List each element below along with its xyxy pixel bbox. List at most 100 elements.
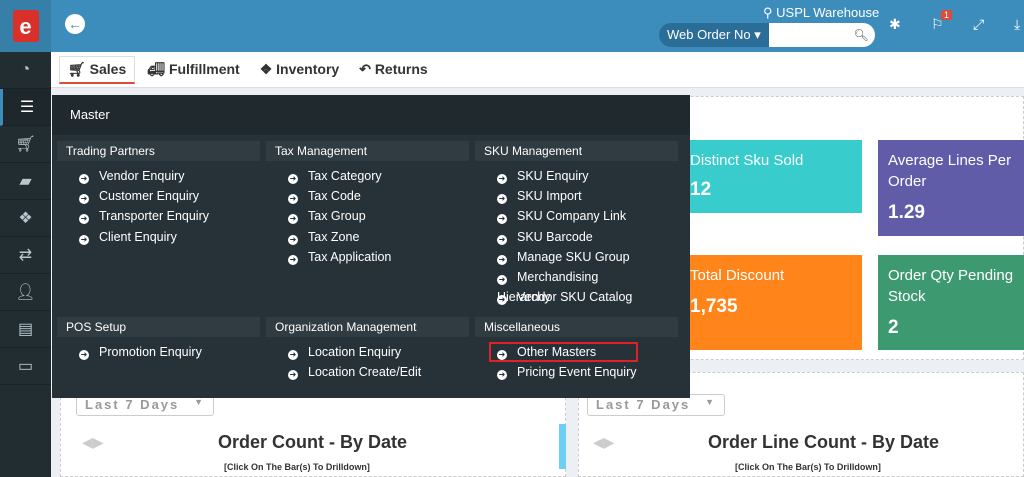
menu-item-label: Tax Group (308, 209, 366, 224)
card-value: 1,735 (690, 296, 738, 317)
menu-item-label: Tax Code (308, 189, 361, 204)
menu-item[interactable]: ➜ SKU Import (475, 186, 678, 206)
menu-item[interactable]: ➜ Merchandising Hierarchy (475, 267, 678, 304)
menu-item[interactable]: ➜ Tax Application (266, 247, 469, 267)
menu-item[interactable]: ➜ Tax Code (266, 186, 469, 206)
sidebar-users[interactable]: 👤︎ (0, 274, 51, 311)
menu-item[interactable]: ➜ Tax Zone (266, 227, 469, 247)
chart-title: Order Count - By Date (218, 432, 408, 452)
menu-item-label: Manage SKU Group (517, 249, 630, 264)
menu-item[interactable]: ➜ Promotion Enquiry (57, 342, 260, 362)
chart-nav-arrows[interactable]: ◀▶ (82, 434, 104, 451)
tab-inventory[interactable]: ❖ Inventory (252, 57, 347, 82)
sidebar: e ◔ ☰ 🛒︎ ▰ ❖ ⇄ 👤︎ ▤ ▭ (0, 0, 51, 477)
tab-label: Returns (374, 61, 428, 77)
menu-item-label: Tax Application (308, 249, 392, 264)
tab-fulfillment[interactable]: 🚚︎ Fulfillment (139, 57, 247, 82)
sidebar-dashboard[interactable]: ◔ (0, 52, 51, 89)
search-input[interactable]: 🔍︎ (768, 23, 875, 47)
menu-item-label: Pricing Event Enquiry (517, 365, 637, 380)
menu-section: Tax Management ➜ Tax Category ➜ Tax Code ➜ Tax… (266, 141, 469, 267)
menu-item-label: Tax Zone (308, 229, 360, 244)
sidebar-purchase[interactable]: ▰ (0, 163, 51, 200)
location-label[interactable]: ⚲ USPL Warehouse (763, 5, 879, 21)
menu-item[interactable]: ➜ SKU Company Link (475, 206, 678, 226)
tab-label: Inventory (276, 61, 340, 77)
master-menu: Master Trading Partners ➜ Vendor Enquiry ➜ C… (52, 95, 690, 398)
menu-item-label: SKU Barcode (517, 229, 593, 244)
location-text: USPL Warehouse (776, 5, 880, 20)
menu-item-label: SKU Import (517, 189, 582, 204)
back-icon[interactable]: ← (65, 14, 85, 34)
menu-item-label: Vendor SKU Catalog (517, 290, 633, 305)
section-title: Trading Partners (57, 141, 260, 161)
scrollbar[interactable] (559, 424, 566, 469)
tab-label: Fulfillment (168, 61, 240, 77)
menu-item[interactable]: ➜ Manage SKU Group (475, 247, 678, 267)
chart-nav-arrows[interactable]: ◀▶ (593, 434, 615, 451)
download-icon[interactable]: ⤓ (1014, 16, 1020, 33)
menu-item[interactable]: ➜ Vendor Enquiry (57, 166, 260, 186)
tab-sales[interactable]: 🛒︎ Sales (59, 55, 136, 84)
menu-item[interactable]: ➜ Tax Group (266, 206, 469, 226)
sidebar-transfer[interactable]: ⇄ (0, 237, 51, 274)
card-label: Distinct Sku Sold (690, 152, 804, 169)
card-label: Total Discount (690, 267, 785, 284)
menu-item[interactable]: ➜ Tax Category (266, 166, 469, 186)
menu-item[interactable]: ➜ Client Enquiry (57, 227, 260, 247)
menu-item[interactable]: ➜ Customer Enquiry (57, 186, 260, 206)
menu-title: Master (52, 95, 690, 135)
menu-item[interactable]: ➜ SKU Enquiry (475, 166, 678, 186)
search-icon[interactable]: 🔍︎ (853, 28, 868, 42)
menu-item[interactable]: ➜ Location Enquiry (266, 342, 469, 362)
card-label: Average Lines Per Order (888, 152, 1012, 190)
asterisk-icon[interactable]: ✱ (889, 16, 901, 33)
menu-item-label: Promotion Enquiry (99, 345, 202, 359)
section-title: Tax Management (266, 141, 469, 161)
order-search: Web Order No ▾ 🔍︎ (659, 23, 875, 47)
menu-item-label: Other Masters (488, 342, 639, 362)
menu-item[interactable]: ➜ Pricing Event Enquiry (475, 362, 678, 382)
card-total-discount[interactable]: Total Discount 1,735 (680, 255, 862, 350)
sidebar-master[interactable]: ☰ (0, 89, 51, 126)
menu-item-label: Vendor Enquiry (99, 169, 185, 183)
card-value: 2 (888, 317, 899, 338)
menu-item[interactable]: ➜ SKU Barcode (475, 227, 678, 247)
chart-subtitle: [Click On The Bar(s) To Drilldown] (735, 462, 881, 472)
date-range-value: Last 7 Days (85, 397, 180, 412)
menu-section: Trading Partners ➜ Vendor Enquiry ➜ Customer… (57, 141, 260, 247)
fullscreen-icon[interactable]: ⤢ (973, 16, 984, 33)
menu-item-label: Location Create/Edit (308, 365, 422, 380)
menu-section: POS Setup ➜ Promotion Enquiry (57, 317, 260, 362)
app-logo[interactable]: e (0, 0, 51, 52)
menu-item-label: SKU Enquiry (517, 169, 589, 183)
menu-item[interactable]: ➜ Transporter Enquiry (57, 206, 260, 226)
section-title: POS Setup (57, 317, 260, 337)
top-bar: ← ⚲ USPL Warehouse Web Order No ▾ 🔍︎ ✱ ⚐… (51, 0, 1024, 52)
card-pending-stock[interactable]: Order Qty Pending Stock 2 (878, 255, 1024, 350)
sidebar-sales[interactable]: 🛒︎ (0, 126, 51, 163)
menu-section: Miscellaneous ➜ Other Masters ➜ Pricing Even… (475, 317, 678, 382)
menu-item-label: Tax Category (308, 169, 382, 183)
menu-item-label: Customer Enquiry (99, 189, 200, 204)
chart-title: Order Line Count - By Date (708, 432, 940, 452)
sidebar-inventory[interactable]: ❖ (0, 200, 51, 237)
search-type-select[interactable]: Web Order No ▾ (659, 23, 769, 47)
menu-item[interactable]: ➜ Vendor SKU Catalog (475, 287, 678, 307)
card-value: 12 (690, 179, 712, 200)
menu-item-label: SKU Company Link (517, 209, 627, 224)
menu-section: SKU Management ➜ SKU Enquiry ➜ SKU Import ➜ SK… (475, 141, 678, 307)
section-title: SKU Management (475, 141, 678, 161)
sidebar-payments[interactable]: ▭ (0, 348, 51, 385)
logo-icon: e (12, 10, 39, 42)
card-distinct-sku[interactable]: Distinct Sku Sold 12 (680, 140, 862, 213)
search-type-value: Web Order No (667, 27, 751, 42)
menu-section: Organization Management ➜ Location Enquiry… (266, 317, 469, 382)
sidebar-reports[interactable]: ▤ (0, 311, 51, 348)
card-avg-lines[interactable]: Average Lines Per Order 1.29 (878, 140, 1024, 236)
menu-item[interactable]: ➜ Other Masters (475, 342, 678, 362)
menu-item[interactable]: ➜ Location Create/Edit (266, 362, 469, 382)
tab-returns[interactable]: ↶ Returns (351, 57, 436, 82)
section-title: Organization Management (266, 317, 469, 337)
menu-item-label: Transporter Enquiry (99, 209, 209, 224)
